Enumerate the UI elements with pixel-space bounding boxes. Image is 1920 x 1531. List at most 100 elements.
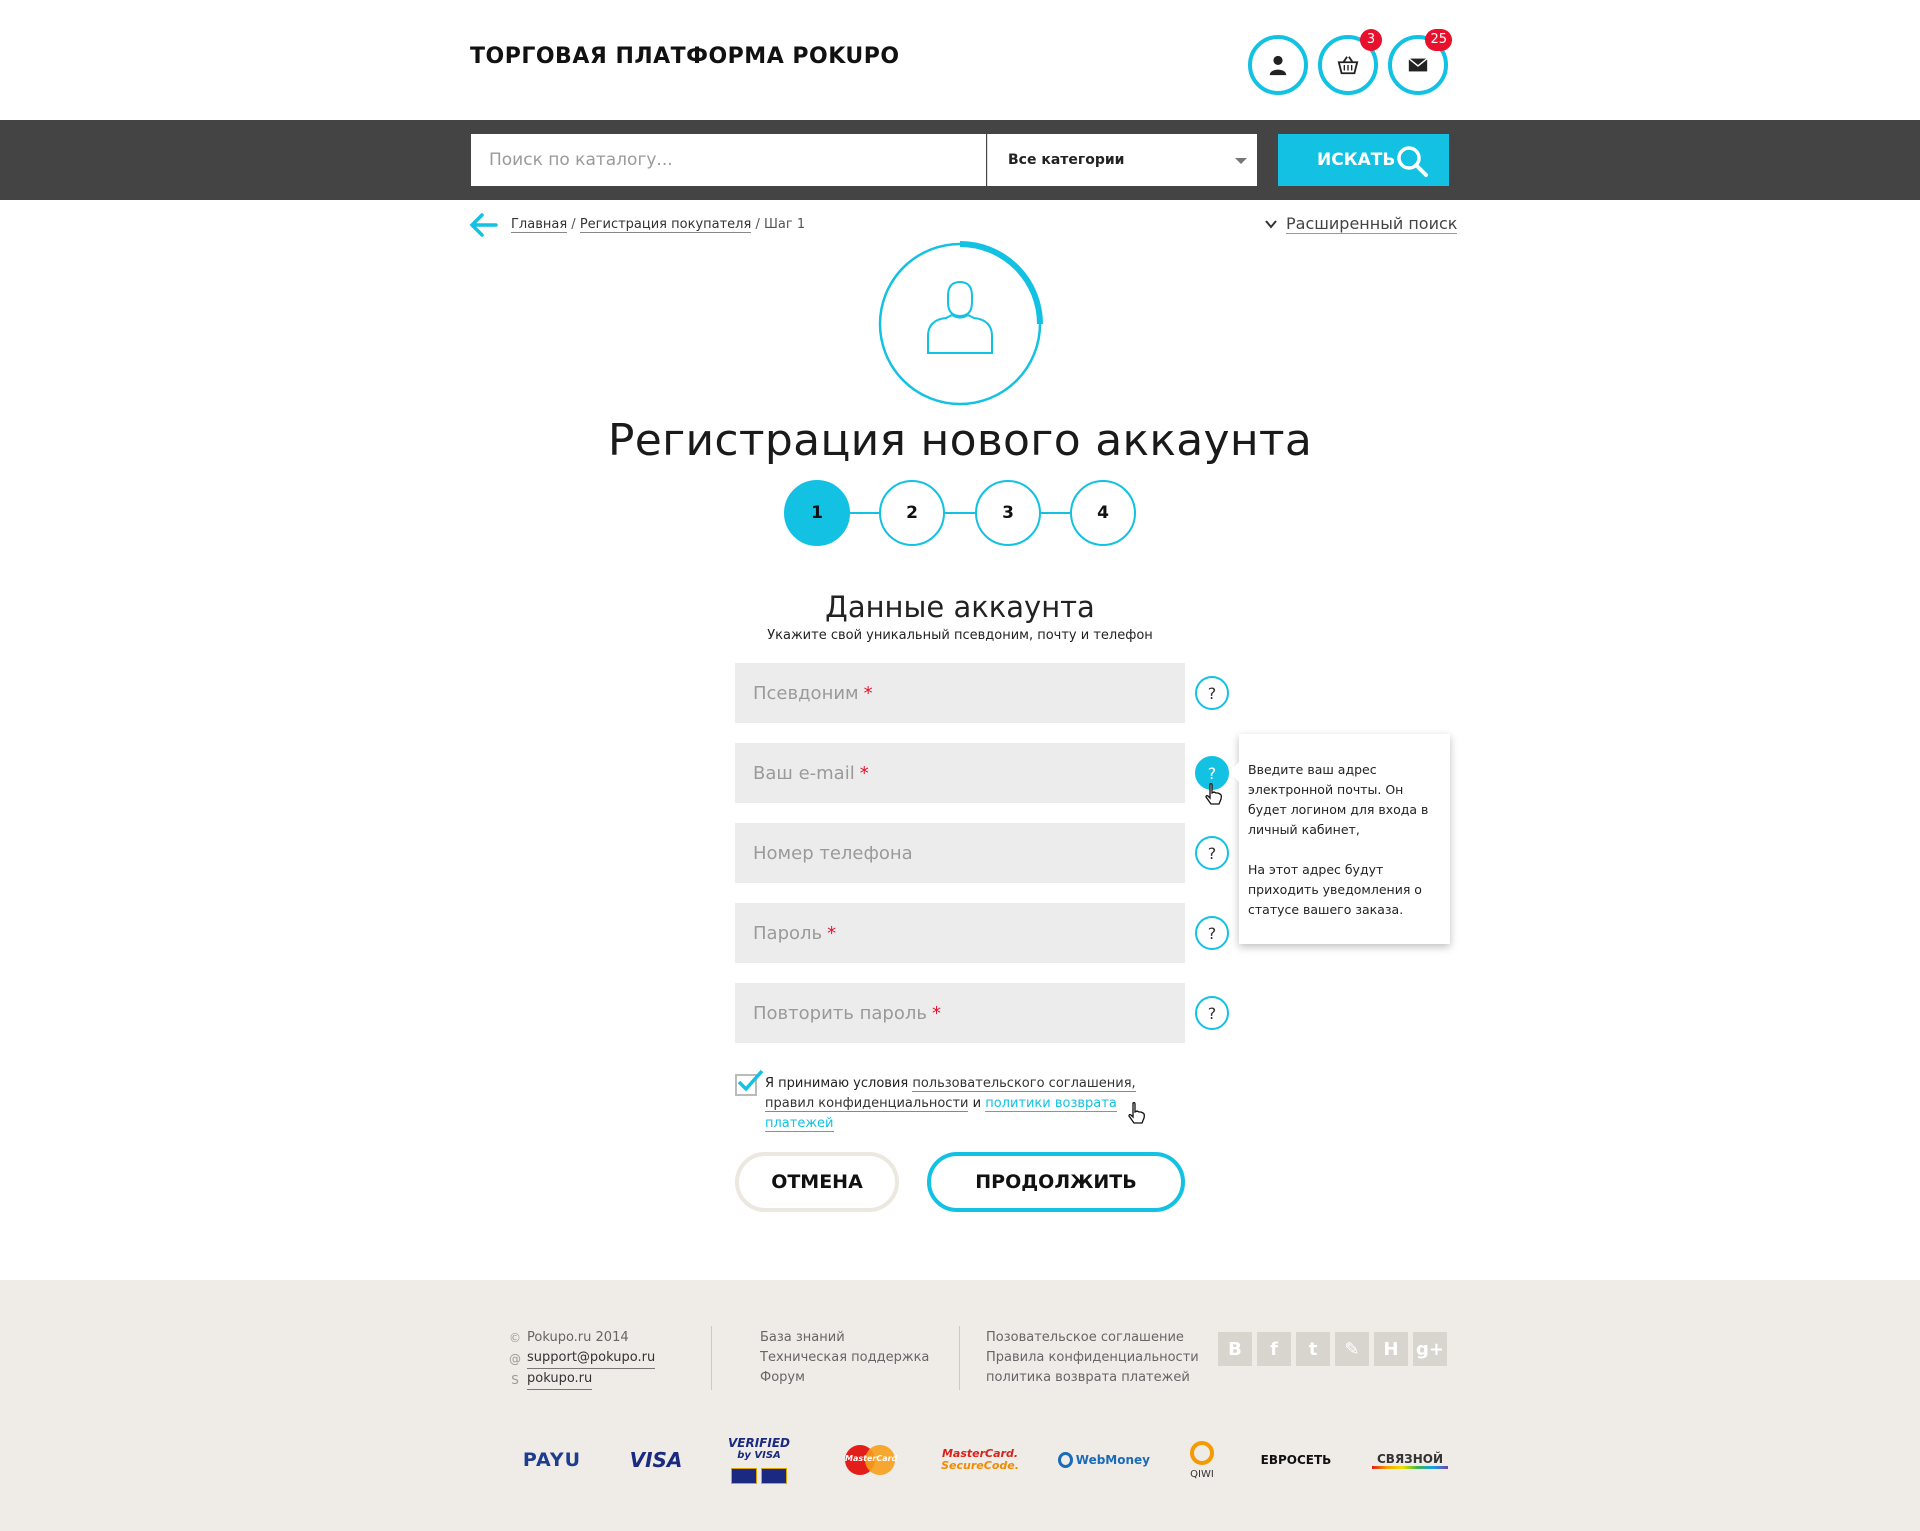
copyright-icon: © [509, 1331, 521, 1345]
webmoney-logo: WebMoney [1058, 1440, 1150, 1480]
mastercard-securecode-logo: MasterCard. SecureCode. [941, 1440, 1019, 1480]
footer-legal-links: Позовательское соглашение Правила конфид… [986, 1328, 1199, 1388]
footer-contacts: © Pokupo.ru 2014 @ support@pokupo.ru Spoku… [508, 1328, 656, 1390]
breadcrumb-current: Шаг 1 [763, 217, 806, 232]
payu-logo-text: PAYU [522, 1449, 582, 1471]
envelope-icon [1408, 58, 1428, 72]
at-icon: @ [509, 1351, 521, 1366]
footer-skype-link[interactable]: pokupo.ru [527, 1369, 593, 1390]
agreement-text: Я принимаю условия пользовательского сог… [765, 1074, 1185, 1134]
checkmark-icon [737, 1069, 764, 1092]
visa-logo: VISA [626, 1440, 686, 1480]
verified-logo-text: VERIFIED [727, 1435, 790, 1450]
step-2[interactable]: 2 [879, 480, 945, 546]
breadcrumb: Главная / Регистрация покупателя / Шаг 1 [511, 217, 806, 233]
search-button[interactable]: ИСКАТЬ [1278, 134, 1449, 186]
email-field[interactable]: Ваш e-mail * [735, 743, 1185, 803]
footer-help-links: База знаний Техническая поддержка Форум [760, 1328, 929, 1388]
step-indicator: 1 2 3 4 [784, 480, 1136, 546]
google-plus-icon[interactable]: g+ [1413, 1332, 1447, 1366]
livejournal-icon[interactable]: ✎ [1335, 1332, 1369, 1366]
svyaznoy-logo-text: СВЯЗНОЙ [1376, 1451, 1443, 1466]
breadcrumb-separator: / [571, 217, 576, 232]
continue-button[interactable]: ПРОДОЛЖИТЬ [927, 1152, 1185, 1212]
password-help-button[interactable]: ? [1195, 916, 1229, 950]
mastercard-logo: MasterCard [840, 1440, 900, 1480]
repeat-password-help-button[interactable]: ? [1195, 996, 1229, 1030]
footer-forum-link[interactable]: Форум [760, 1368, 929, 1388]
section-subtitle: Укажите свой уникальный псевдоним, почту… [767, 628, 1153, 643]
nickname-help-button[interactable]: ? [1195, 676, 1229, 710]
webmoney-globe-icon [1058, 1452, 1073, 1468]
category-select-value: Все категории [1008, 152, 1125, 168]
breadcrumb-separator: / [755, 217, 760, 232]
step-4[interactable]: 4 [1070, 480, 1136, 546]
facebook-icon[interactable]: f [1257, 1332, 1291, 1366]
cancel-button[interactable]: ОТМЕНА [735, 1152, 899, 1212]
messages-button[interactable]: 25 [1388, 29, 1452, 95]
back-arrow-icon[interactable] [468, 212, 498, 238]
advanced-search-label: Расширенный поиск [1286, 214, 1458, 234]
brand-logo[interactable]: ТОРГОВАЯ ПЛАТФОРМА POKUPO [470, 44, 900, 69]
agreement-checkbox[interactable] [735, 1069, 764, 1096]
privacy-policy-link[interactable]: правил конфиденциальности [765, 1096, 969, 1112]
page-title: Регистрация нового аккаунта [607, 415, 1313, 466]
required-mark: * [827, 922, 837, 944]
step-connector-line [814, 512, 1106, 514]
phone-placeholder: Номер телефона [753, 842, 913, 864]
footer-user-agreement-link[interactable]: Позовательское соглашение [986, 1328, 1199, 1348]
category-select[interactable]: Все категории [987, 134, 1257, 186]
footer-privacy-link[interactable]: Правила конфиденциальности [986, 1348, 1199, 1368]
vkontakte-icon[interactable]: В [1218, 1332, 1252, 1366]
nickname-field[interactable]: Псевдоним * [735, 663, 1185, 723]
site-footer: © Pokupo.ru 2014 @ support@pokupo.ru Spoku… [0, 1280, 1920, 1531]
password-placeholder: Пароль [753, 922, 823, 944]
messages-count-badge: 25 [1425, 29, 1452, 51]
svyaznoy-rainbow-stripe [1372, 1465, 1448, 1469]
user-agreement-link[interactable]: пользовательского соглашения, [912, 1076, 1136, 1092]
qiwi-logo: QIWI [1184, 1430, 1220, 1490]
chevron-down-icon [1265, 220, 1277, 229]
repeat-password-field[interactable]: Повторить пароль * [735, 983, 1185, 1043]
search-input[interactable] [471, 134, 986, 186]
footer-email-link[interactable]: support@pokupo.ru [527, 1348, 656, 1369]
advanced-search-toggle[interactable]: Расширенный поиск [1264, 214, 1458, 234]
basket-icon [1337, 56, 1359, 75]
footer-divider [959, 1326, 960, 1390]
breadcrumb-home-link[interactable]: Главная [511, 217, 568, 233]
footer-support-link[interactable]: Техническая поддержка [760, 1348, 929, 1368]
habrahabr-icon[interactable]: Н [1374, 1332, 1408, 1366]
cart-button[interactable]: 3 [1318, 29, 1382, 95]
tooltip-paragraph: Введите ваш адрес электронной почты. Он … [1248, 762, 1429, 837]
chevron-down-icon [1235, 158, 1247, 164]
visa-logo-text: VISA [629, 1448, 683, 1472]
skype-icon: S [511, 1372, 519, 1387]
password-field[interactable]: Пароль * [735, 903, 1185, 963]
search-icon [1397, 146, 1428, 177]
cart-count-badge: 3 [1360, 29, 1382, 51]
phone-help-button[interactable]: ? [1195, 836, 1229, 870]
search-bar: Все категории ИСКАТЬ [0, 120, 1920, 200]
registration-progress-avatar [878, 241, 1043, 406]
search-button-label: ИСКАТЬ [1317, 150, 1396, 170]
step-3[interactable]: 3 [975, 480, 1041, 546]
footer-knowledge-base-link[interactable]: База знаний [760, 1328, 929, 1348]
required-mark: * [931, 1002, 941, 1024]
phone-field[interactable]: Номер телефона [735, 823, 1185, 883]
breadcrumb-registration-link[interactable]: Регистрация покупателя [579, 217, 752, 233]
email-help-tooltip: Введите ваш адрес электронной почты. Он … [1229, 734, 1450, 944]
section-title: Данные аккаунта [825, 590, 1095, 624]
profile-button[interactable] [1248, 35, 1308, 95]
site-header: ТОРГОВАЯ ПЛАТФОРМА POKUPO 3 25 [0, 0, 1920, 120]
step-1[interactable]: 1 [784, 480, 850, 546]
twitter-icon[interactable]: t [1296, 1332, 1330, 1366]
user-icon [1269, 55, 1287, 76]
required-mark: * [863, 682, 873, 704]
qiwi-logo-text: QIWI [1190, 1468, 1214, 1480]
verified-logo-text: by VISA [737, 1449, 781, 1461]
payu-logo: PAYU [520, 1440, 584, 1480]
hand-cursor-icon [1205, 783, 1222, 805]
visa-electron-card-icon [761, 1467, 787, 1484]
footer-refund-link[interactable]: политика возврата платежей [986, 1368, 1199, 1388]
euroset-logo: ЕВРОСЕТЬ [1256, 1440, 1336, 1480]
